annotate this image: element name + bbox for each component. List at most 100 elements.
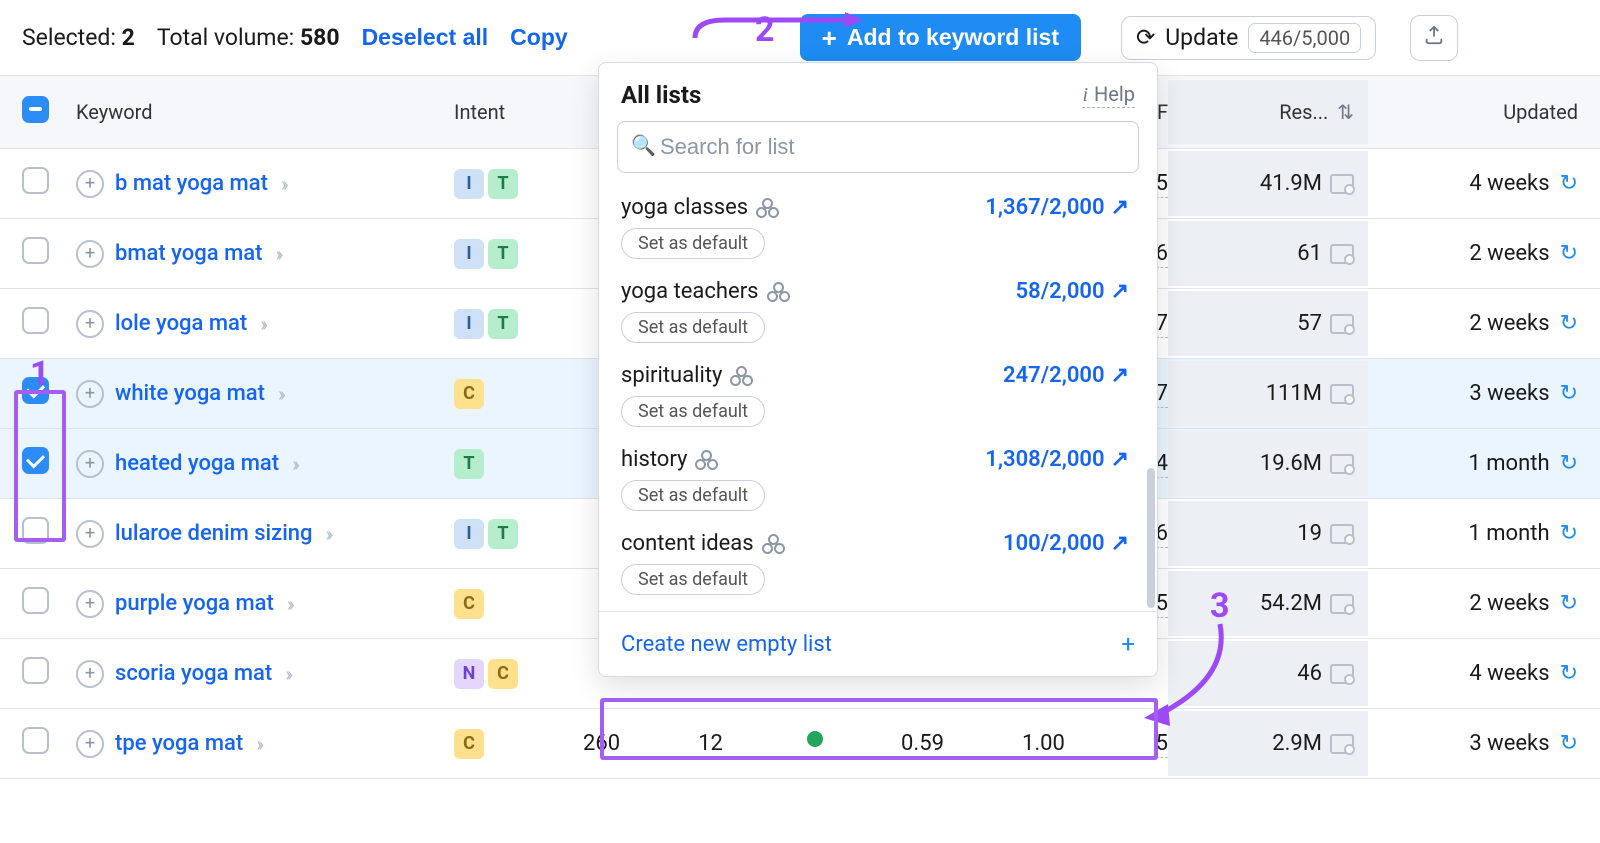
set-default-button[interactable]: Set as default	[621, 480, 765, 511]
column-updated[interactable]: Updated	[1368, 100, 1578, 124]
keyword-link[interactable]: purple yoga mat	[115, 591, 274, 616]
list-count-link[interactable]: 1,367/2,000↗	[985, 195, 1129, 220]
keyword-link[interactable]: b mat yoga mat	[115, 171, 268, 196]
keyword-link[interactable]: heated yoga mat	[115, 451, 279, 476]
serp-preview-icon[interactable]	[1330, 244, 1354, 264]
sort-desc-icon: ⇅	[1337, 100, 1354, 124]
intent-badge-c: C	[488, 659, 518, 689]
results-value: 61	[1297, 241, 1322, 266]
set-default-button[interactable]: Set as default	[621, 228, 765, 259]
copy-button[interactable]: Copy	[510, 24, 568, 51]
keyword-list-item[interactable]: content ideas 100/2,000↗ Set as default	[599, 523, 1151, 607]
external-link-icon: ↗	[1111, 447, 1129, 472]
expand-keyword-icon[interactable]: +	[76, 590, 104, 618]
row-checkbox[interactable]	[22, 657, 49, 684]
set-default-button[interactable]: Set as default	[621, 396, 765, 427]
row-checkbox[interactable]	[22, 237, 49, 264]
intent-badge-t: T	[488, 169, 518, 199]
select-all-checkbox[interactable]	[22, 96, 49, 123]
results-value: 46	[1297, 661, 1322, 686]
keyword-link[interactable]: bmat yoga mat	[115, 241, 262, 266]
updated-value: 2 weeks	[1469, 591, 1549, 616]
update-button[interactable]: ⟳ Update 446/5,000	[1121, 16, 1376, 60]
intent-badge-i: I	[454, 239, 484, 269]
updated-value: 1 month	[1468, 451, 1549, 476]
expand-keyword-icon[interactable]: +	[76, 170, 104, 198]
plus-icon: +	[1121, 630, 1135, 658]
keyword-list-item[interactable]: yoga classes1,367/2,000↗Set as default	[599, 187, 1151, 271]
serp-preview-icon[interactable]	[1330, 594, 1354, 614]
serp-preview-icon[interactable]	[1330, 454, 1354, 474]
refresh-row-icon[interactable]: ↻	[1560, 171, 1578, 196]
share-icon	[730, 366, 750, 386]
refresh-row-icon[interactable]: ↻	[1560, 451, 1578, 476]
add-to-keyword-list-button[interactable]: + Add to keyword list	[800, 14, 1081, 61]
chevron-right-icon: ››	[275, 242, 279, 266]
annotation-3-box	[600, 698, 1158, 760]
serp-preview-icon[interactable]	[1330, 174, 1354, 194]
row-checkbox[interactable]	[22, 307, 49, 334]
keyword-list-item[interactable]: yoga teachers 58/2,000↗ Set as default	[599, 271, 1151, 355]
external-link-icon: ↗	[1111, 363, 1129, 388]
keyword-list-popover: All lists iHelp 🔍 yoga classes1,367/2,00…	[598, 62, 1158, 677]
set-default-button[interactable]: Set as default	[621, 312, 765, 343]
serp-preview-icon[interactable]	[1330, 384, 1354, 404]
set-default-button[interactable]: Set as default	[621, 564, 765, 595]
keyword-list-item[interactable]: spirituality247/2,000↗Set as default	[599, 355, 1151, 439]
create-new-list-button[interactable]: Create new empty list +	[599, 611, 1157, 676]
keyword-link[interactable]: white yoga mat	[115, 381, 265, 406]
selected-stat: Selected: 2	[22, 24, 135, 51]
list-count-link[interactable]: 1,308/2,000↗	[985, 447, 1129, 472]
update-count: 446/5,000	[1248, 23, 1361, 53]
updated-value: 2 weeks	[1469, 311, 1549, 336]
serp-preview-icon[interactable]	[1330, 734, 1354, 754]
refresh-row-icon[interactable]: ↻	[1560, 381, 1578, 406]
list-name: content ideas	[621, 531, 782, 556]
help-link[interactable]: iHelp	[1082, 82, 1135, 108]
info-icon: i	[1082, 84, 1088, 106]
expand-keyword-icon[interactable]: +	[76, 380, 104, 408]
refresh-row-icon[interactable]: ↻	[1560, 241, 1578, 266]
expand-keyword-icon[interactable]: +	[76, 240, 104, 268]
column-results[interactable]: Res... ⇅	[1168, 80, 1368, 144]
total-volume-stat: Total volume: 580	[157, 24, 340, 51]
list-name: history	[621, 447, 715, 472]
keyword-link[interactable]: scoria yoga mat	[115, 661, 272, 686]
row-checkbox[interactable]	[22, 727, 49, 754]
expand-keyword-icon[interactable]: +	[76, 310, 104, 338]
list-count-link[interactable]: 247/2,000↗	[1003, 363, 1129, 388]
row-checkbox[interactable]	[22, 167, 49, 194]
column-intent[interactable]: Intent	[454, 100, 544, 124]
expand-keyword-icon[interactable]: +	[76, 730, 104, 758]
keyword-link[interactable]: lole yoga mat	[115, 311, 247, 336]
column-results-label: Res...	[1279, 100, 1328, 124]
serp-preview-icon[interactable]	[1330, 524, 1354, 544]
results-value: 54.2M	[1260, 591, 1322, 616]
deselect-all-button[interactable]: Deselect all	[362, 24, 489, 51]
serp-preview-icon[interactable]	[1330, 664, 1354, 684]
expand-keyword-icon[interactable]: +	[76, 520, 104, 548]
chevron-right-icon: ››	[256, 732, 260, 756]
list-count-link[interactable]: 58/2,000↗	[1016, 279, 1129, 304]
search-list-input[interactable]	[617, 121, 1139, 173]
intent-badge-t: T	[454, 449, 484, 479]
intent-badge-c: C	[454, 379, 484, 409]
keyword-link[interactable]: tpe yoga mat	[115, 731, 243, 756]
keyword-list-item[interactable]: history 1,308/2,000↗ Set as default	[599, 439, 1151, 523]
refresh-row-icon[interactable]: ↻	[1560, 521, 1578, 546]
refresh-row-icon[interactable]: ↻	[1560, 661, 1578, 686]
refresh-row-icon[interactable]: ↻	[1560, 311, 1578, 336]
export-button[interactable]	[1410, 15, 1458, 61]
expand-keyword-icon[interactable]: +	[76, 450, 104, 478]
intent-badge-t: T	[488, 239, 518, 269]
list-count-link[interactable]: 100/2,000↗	[1003, 531, 1129, 556]
column-keyword[interactable]: Keyword	[76, 100, 454, 124]
refresh-row-icon[interactable]: ↻	[1560, 731, 1578, 756]
expand-keyword-icon[interactable]: +	[76, 660, 104, 688]
row-checkbox[interactable]	[22, 587, 49, 614]
refresh-row-icon[interactable]: ↻	[1560, 591, 1578, 616]
popover-scrollbar[interactable]	[1147, 468, 1155, 608]
list-name: yoga teachers	[621, 279, 787, 304]
serp-preview-icon[interactable]	[1330, 314, 1354, 334]
keyword-link[interactable]: lularoe denim sizing	[115, 521, 313, 546]
